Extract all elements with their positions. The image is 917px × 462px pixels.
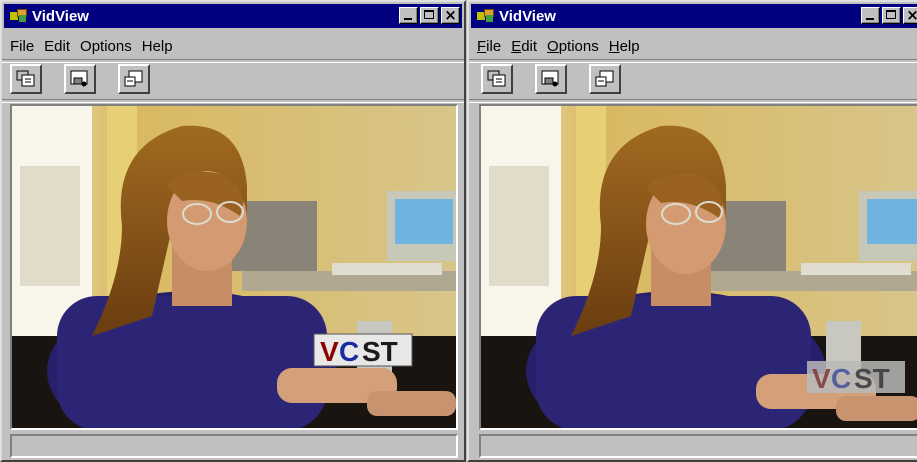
menu-options[interactable]: Options: [543, 36, 605, 58]
menu-help[interactable]: Help: [138, 36, 179, 58]
vidview-window-1: VidView × File Edit Options Help V C ST: [0, 0, 466, 462]
maximize-icon: [424, 10, 434, 19]
logo-letter-v: V: [812, 363, 831, 394]
capture-frame-icon: [16, 70, 35, 87]
close-icon: ×: [904, 6, 917, 24]
video-source-button[interactable]: [535, 64, 567, 94]
close-button[interactable]: ×: [441, 6, 460, 24]
video-source-button[interactable]: [64, 64, 96, 94]
toolbar: [10, 64, 172, 96]
minimize-button[interactable]: [861, 7, 880, 24]
toolbar: [481, 64, 643, 96]
menu-bar: File Edit Options Help: [473, 36, 646, 58]
minimize-button[interactable]: [399, 7, 418, 24]
video-format-button[interactable]: [589, 64, 621, 94]
window-title: VidView: [499, 7, 556, 25]
menu-help[interactable]: Help: [605, 36, 646, 58]
video-format-button[interactable]: [118, 64, 150, 94]
maximize-button[interactable]: [420, 7, 439, 24]
window-title: VidView: [32, 7, 89, 25]
status-bar: [10, 434, 458, 458]
vidview-window-2: VidView × File Edit Options Help: [467, 0, 917, 462]
close-button[interactable]: ×: [903, 6, 917, 24]
title-bar[interactable]: VidView ×: [471, 4, 917, 28]
menu-file[interactable]: File: [473, 36, 507, 58]
menu-bar: File Edit Options Help: [6, 36, 179, 58]
video-pane: V C ST: [10, 104, 458, 430]
logo-letters-st: ST: [854, 363, 890, 394]
video-frame: V C ST: [12, 106, 456, 428]
logo-letters-st: ST: [362, 336, 398, 367]
video-source-icon: [541, 70, 559, 87]
vidview-app-icon[interactable]: [10, 9, 28, 23]
menu-options[interactable]: Options: [76, 36, 138, 58]
vidview-app-icon[interactable]: [477, 9, 495, 23]
menu-edit[interactable]: Edit: [507, 36, 543, 58]
status-bar: [479, 434, 917, 458]
logo-letter-v: V: [320, 336, 339, 367]
title-bar[interactable]: VidView ×: [4, 4, 462, 28]
video-format-icon: [124, 70, 143, 87]
maximize-button[interactable]: [882, 7, 901, 24]
video-format-icon: [595, 70, 614, 87]
logo-letter-c: C: [339, 336, 359, 367]
video-pane: V C ST: [479, 104, 917, 430]
capture-frame-icon: [487, 70, 506, 87]
minimize-icon: [404, 18, 412, 20]
menu-edit[interactable]: Edit: [40, 36, 76, 58]
video-source-icon: [70, 70, 88, 87]
video-frame: V C ST: [481, 106, 917, 428]
logo-letter-c: C: [831, 363, 851, 394]
menu-file[interactable]: File: [6, 36, 40, 58]
close-icon: ×: [444, 6, 457, 24]
maximize-icon: [886, 10, 896, 19]
capture-frame-button[interactable]: [10, 64, 42, 94]
minimize-icon: [866, 18, 874, 20]
capture-frame-button[interactable]: [481, 64, 513, 94]
